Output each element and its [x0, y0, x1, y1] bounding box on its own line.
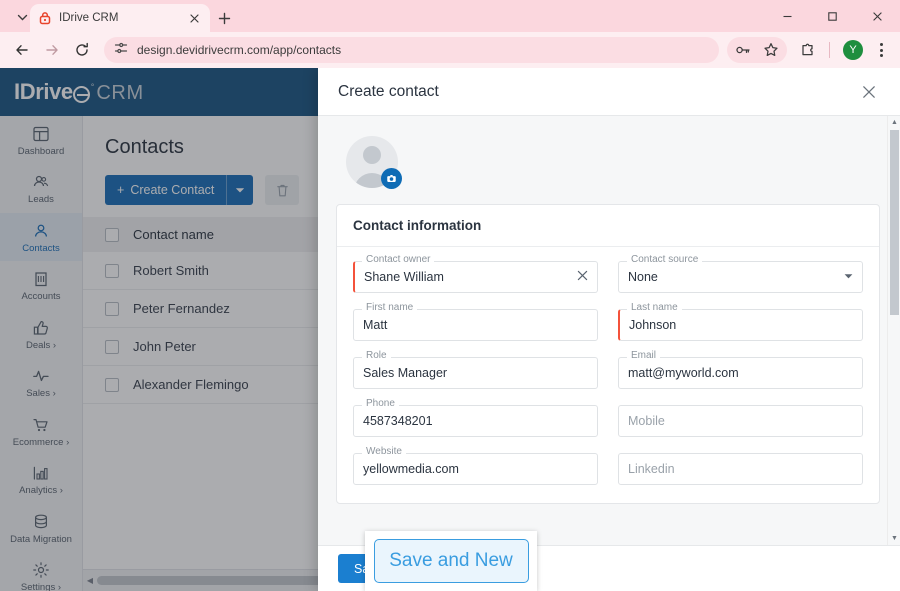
linkedin-input[interactable]: Linkedin — [618, 453, 863, 485]
card-body: Contact owner Shane William Contact sour… — [337, 247, 879, 503]
form-grid: Contact owner Shane William Contact sour… — [353, 255, 863, 485]
card-heading: Contact information — [337, 205, 879, 247]
save-and-new-button[interactable]: Save and New — [373, 539, 529, 583]
field-first-name: First name Matt — [353, 303, 598, 341]
password-manager-button[interactable] — [729, 36, 757, 64]
plus-icon — [218, 12, 230, 24]
modal-body: Contact information Contact owner Shane … — [318, 116, 900, 545]
field-value: Shane William — [364, 270, 444, 284]
reload-icon — [76, 42, 88, 56]
modal-title: Create contact — [338, 82, 439, 100]
extensions-button[interactable] — [794, 36, 822, 64]
tune-icon[interactable] — [114, 41, 128, 60]
field-value: Johnson — [629, 318, 677, 332]
field-value: matt@myworld.com — [628, 366, 739, 380]
minimize-button[interactable] — [765, 0, 810, 32]
browser-window: IDrive CRM design.devidrivecrm.com/app/c… — [0, 0, 900, 591]
chevron-down-icon — [17, 14, 27, 20]
contact-information-card: Contact information Contact owner Shane … — [336, 204, 880, 504]
toolbar-actions: Y — [727, 36, 892, 64]
field-value: None — [628, 270, 658, 284]
first-name-input[interactable]: Matt — [353, 309, 598, 341]
field-contact-owner: Contact owner Shane William — [353, 255, 598, 293]
field-label: Website — [362, 447, 406, 457]
website-input[interactable]: yellowmedia.com — [353, 453, 598, 485]
arrow-right-icon — [46, 45, 58, 55]
field-value: yellowmedia.com — [363, 462, 459, 476]
role-input[interactable]: Sales Manager — [353, 357, 598, 389]
field-label: Email — [627, 351, 661, 361]
field-label: Role — [362, 351, 391, 361]
field-last-name: Last name Johnson — [618, 303, 863, 341]
scroll-down-icon[interactable]: ▼ — [888, 532, 900, 545]
field-label: First name — [362, 303, 418, 313]
field-label: Contact owner — [362, 255, 435, 265]
puzzle-icon — [802, 43, 813, 56]
field-label: Last name — [627, 303, 682, 313]
scroll-up-icon[interactable]: ▲ — [888, 116, 900, 129]
field-mobile: Mobile — [618, 405, 863, 437]
window-controls — [765, 0, 900, 32]
field-email: Email matt@myworld.com — [618, 351, 863, 389]
modal-header: Create contact — [318, 68, 900, 116]
field-value: 4587348201 — [363, 414, 433, 428]
field-linkedin: Linkedin — [618, 453, 863, 485]
close-window-button[interactable] — [855, 0, 900, 32]
field-label: Contact source — [627, 255, 703, 265]
email-input[interactable]: matt@myworld.com — [618, 357, 863, 389]
address-bar-url: design.devidrivecrm.com/app/contacts — [137, 43, 342, 57]
idrive-lock-favicon — [38, 11, 52, 25]
mobile-input[interactable]: Mobile — [618, 405, 863, 437]
profile-avatar[interactable]: Y — [843, 40, 863, 60]
vertical-scroll-thumb[interactable] — [890, 130, 899, 315]
browser-toolbar: design.devidrivecrm.com/app/contacts Y — [0, 32, 900, 68]
forward-button[interactable] — [38, 36, 66, 64]
browser-menu-button[interactable] — [870, 43, 892, 57]
back-button[interactable] — [8, 36, 36, 64]
phone-input[interactable]: 4587348201 — [353, 405, 598, 437]
field-label: Phone — [362, 399, 399, 409]
key-icon — [736, 46, 750, 54]
chevron-down-icon[interactable] — [838, 273, 853, 282]
tab-title: IDrive CRM — [59, 12, 119, 24]
star-icon — [764, 43, 778, 57]
page-viewport: IDrive ° CRM Dashboard Leads Contacts Ac… — [0, 68, 900, 591]
maximize-button[interactable] — [810, 0, 855, 32]
clear-contact-owner-icon[interactable] — [571, 270, 588, 284]
camera-icon[interactable] — [381, 168, 402, 189]
toolbar-divider — [829, 42, 830, 58]
tab-close-icon[interactable] — [186, 10, 202, 26]
field-website: Website yellowmedia.com — [353, 447, 598, 485]
address-bar[interactable]: design.devidrivecrm.com/app/contacts — [104, 37, 719, 63]
create-contact-modal: Create contact Contact information Conta… — [318, 68, 900, 591]
contact-source-select[interactable]: None — [618, 261, 863, 293]
browser-tab[interactable]: IDrive CRM — [30, 4, 210, 32]
modal-vertical-scrollbar[interactable]: ▲ ▼ — [887, 116, 900, 545]
field-phone: Phone 4587348201 — [353, 399, 598, 437]
modal-close-icon[interactable] — [858, 81, 880, 103]
new-tab-button[interactable] — [212, 6, 236, 30]
field-role: Role Sales Manager — [353, 351, 598, 389]
contact-photo-uploader[interactable] — [346, 136, 402, 189]
field-contact-source: Contact source None — [618, 255, 863, 293]
save-and-new-callout: Save and New — [365, 531, 537, 591]
bookmark-button[interactable] — [757, 36, 785, 64]
browser-titlebar: IDrive CRM — [0, 0, 900, 32]
reload-button[interactable] — [68, 36, 96, 64]
field-value: Matt — [363, 318, 388, 332]
contact-owner-input[interactable]: Shane William — [353, 261, 598, 293]
arrow-left-icon — [16, 45, 28, 55]
field-placeholder: Linkedin — [628, 462, 675, 476]
field-placeholder: Mobile — [628, 414, 665, 428]
last-name-input[interactable]: Johnson — [618, 309, 863, 341]
field-value: Sales Manager — [363, 366, 448, 380]
